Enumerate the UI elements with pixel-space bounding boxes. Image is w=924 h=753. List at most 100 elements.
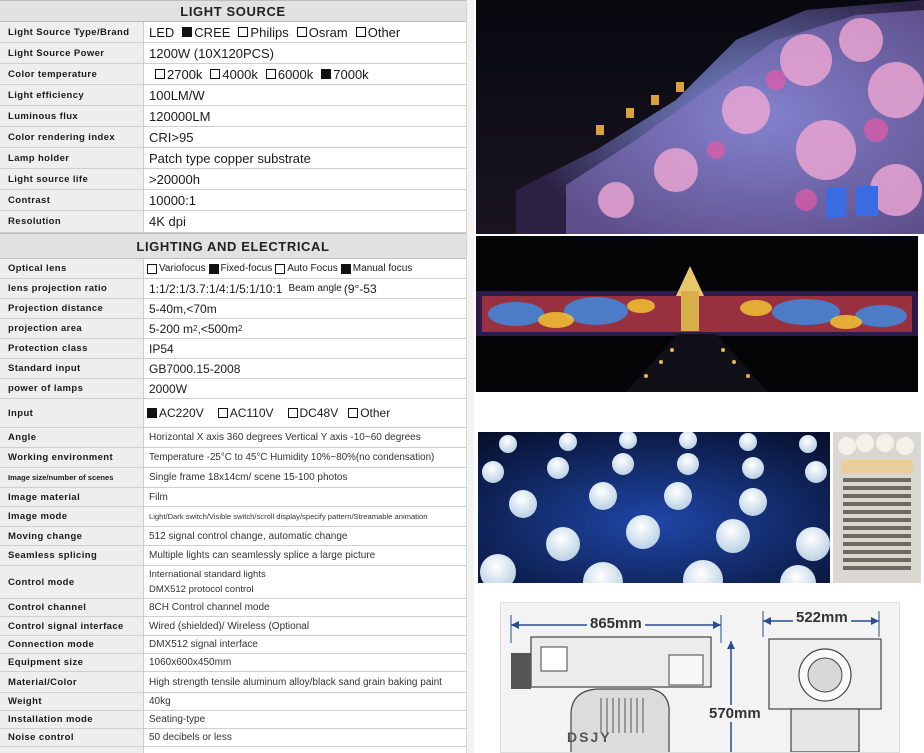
row-lamp-holder: Lamp holder Patch type copper substrate (0, 148, 466, 169)
row-value: International standard lights DMX512 pro… (144, 566, 466, 598)
checkbox-checked-icon (147, 408, 157, 418)
option-cree: CREE (176, 25, 232, 40)
row-label: Contrast (0, 190, 144, 210)
row-input: Input AC220V AC110V DC48V Other (0, 399, 466, 428)
row-value: 5-40m,<70m (149, 301, 217, 316)
row-value: 100LM/W (149, 87, 205, 103)
brand-logo: DSJY (567, 729, 612, 745)
checkbox-empty-icon (217, 408, 228, 418)
checkbox-checked-icon (321, 69, 332, 79)
row-label: lens projection ratio (0, 279, 144, 298)
row-label: Moving change (0, 527, 144, 545)
row-value: Single frame 18x14cm/ scene 15-100 photo… (149, 472, 348, 483)
row-weight: Weight 40kg (0, 693, 466, 711)
row-label: Material/Color (0, 672, 144, 692)
width-dimension-label: 865mm (587, 615, 645, 632)
checkbox-empty-icon (355, 27, 366, 37)
row-value: DMX512 signal interface (149, 639, 258, 650)
option-6000k: 6000k (260, 67, 315, 82)
row-angle: Angle Horizontal X axis 360 degrees Vert… (0, 428, 466, 448)
row-value: Seating-type (149, 714, 206, 725)
row-light-source-type: Light Source Type/Brand LED CREE Philips… (0, 22, 466, 43)
option-fixed-focus: Fixed-focus (208, 263, 275, 274)
row-contrast: Contrast 10000:1 (0, 190, 466, 211)
row-value: 8CH Control channel mode (149, 602, 270, 613)
row-label: Control mode (0, 566, 144, 598)
row-power-of-lamps: power of lamps 2000W (0, 379, 466, 399)
row-resolution: Resolution 4K dpi (0, 211, 466, 233)
option-ac110v: AC110V (206, 406, 276, 420)
checkbox-checked-icon (208, 263, 219, 274)
row-color-temperature: Color temperature 2700k 4000k 6000k 7000… (0, 64, 466, 85)
row-value: High strength tensile aluminum alloy/bla… (149, 676, 442, 688)
row-value: 120000LM (149, 108, 211, 124)
projection-ratio-value: 1:1/2:1/3.7:1/4:1/5:1/10:1 (149, 281, 283, 296)
control-mode-line1: International standard lights (149, 569, 266, 580)
heatsink-photo (833, 432, 921, 583)
checkbox-empty-icon (238, 27, 249, 37)
light-source-type-options: LED CREE Philips Osram Other (144, 22, 466, 42)
row-value: Patch type copper substrate (149, 150, 311, 166)
option-philips: Philips (232, 25, 290, 40)
option-osram: Osram (291, 25, 350, 40)
row-value: 1:1/2:1/3.7:1/4:1/5:1/10:1 Beam angle (9… (144, 279, 466, 298)
row-value: Multiple lights can seamlessly splice a … (149, 550, 376, 561)
row-value: Light/Dark switch/Visible switch/scroll … (149, 512, 428, 521)
row-label: Luminous flux (0, 106, 144, 126)
checkbox-checked-icon (182, 27, 193, 37)
option-ac220v: AC220V (144, 406, 206, 420)
row-label: Image mode (0, 507, 144, 526)
column-divider (466, 0, 474, 753)
row-label: Color temperature (0, 64, 144, 84)
row-working-environment: Working environment Temperature -25°C to… (0, 448, 466, 468)
row-label (0, 747, 144, 753)
row-label: Installation mode (0, 711, 144, 728)
row-label: Light Source Type/Brand (0, 22, 144, 42)
row-value: Film (149, 491, 168, 503)
row-label: Lamp holder (0, 148, 144, 168)
row-connection-mode: Connection mode DMX512 signal interface (0, 636, 466, 654)
row-light-source-power: Light Source Power 1200W (10X120PCS) (0, 43, 466, 64)
row-protection-class: Protection class IP54 (0, 339, 466, 359)
spec-table: LIGHT SOURCE Light Source Type/Brand LED… (0, 0, 466, 753)
row-moving-change: Moving change 512 signal control change,… (0, 527, 466, 546)
row-label: Angle (0, 428, 144, 447)
row-cri: Color rendering index CRI>95 (0, 127, 466, 148)
row-image-size: Image size/number of scenes Single frame… (0, 468, 466, 488)
row-label: Working environment (0, 448, 144, 467)
row-control-signal-interface: Control signal interface Wired (shielded… (0, 617, 466, 636)
checkbox-empty-icon (275, 263, 286, 274)
row-value: IP54 (149, 341, 174, 356)
row-value: 5-200 m 2 ,<500m 2 (144, 319, 466, 338)
option-auto-focus: Auto Focus (274, 263, 340, 274)
checkbox-empty-icon (210, 69, 221, 79)
row-projection-distance: Projection distance 5-40m,<70m (0, 299, 466, 319)
option-led: LED (149, 24, 175, 40)
input-options: AC220V AC110V DC48V Other (144, 399, 466, 427)
row-material-color: Material/Color High strength tensile alu… (0, 672, 466, 693)
row-label: Noise control (0, 729, 144, 746)
dimension-drawing-panel: 865mm 522mm 570mm DSJY (500, 602, 900, 753)
palace-projection-photo (476, 236, 918, 392)
area-value-b: ,<500m (197, 321, 238, 336)
led-chips-photo (478, 432, 830, 583)
beam-angle-label: Beam angle (288, 283, 342, 294)
row-label: Protection class (0, 339, 144, 358)
row-label: Input (0, 399, 144, 427)
row-label: Connection mode (0, 636, 144, 653)
row-cutoff (0, 747, 466, 753)
row-noise-control: Noise control 50 decibels or less (0, 729, 466, 747)
row-value: 40kg (149, 696, 171, 707)
row-value: 512 signal control change, automatic cha… (149, 530, 348, 542)
superscript: 2 (237, 324, 243, 333)
checkbox-empty-icon (155, 69, 165, 79)
row-value: CRI>95 (149, 129, 194, 145)
optical-lens-options: Variofocus Fixed-focus Auto Focus Manual… (144, 259, 466, 278)
building-projection-illustration (476, 0, 924, 234)
checkbox-empty-icon (147, 263, 157, 274)
row-value: 2000W (149, 381, 188, 396)
row-label: Seamless splicing (0, 546, 144, 565)
area-value-a: 5-200 m (149, 321, 194, 336)
option-other: Other (350, 25, 403, 40)
row-label: Equipment size (0, 654, 144, 671)
